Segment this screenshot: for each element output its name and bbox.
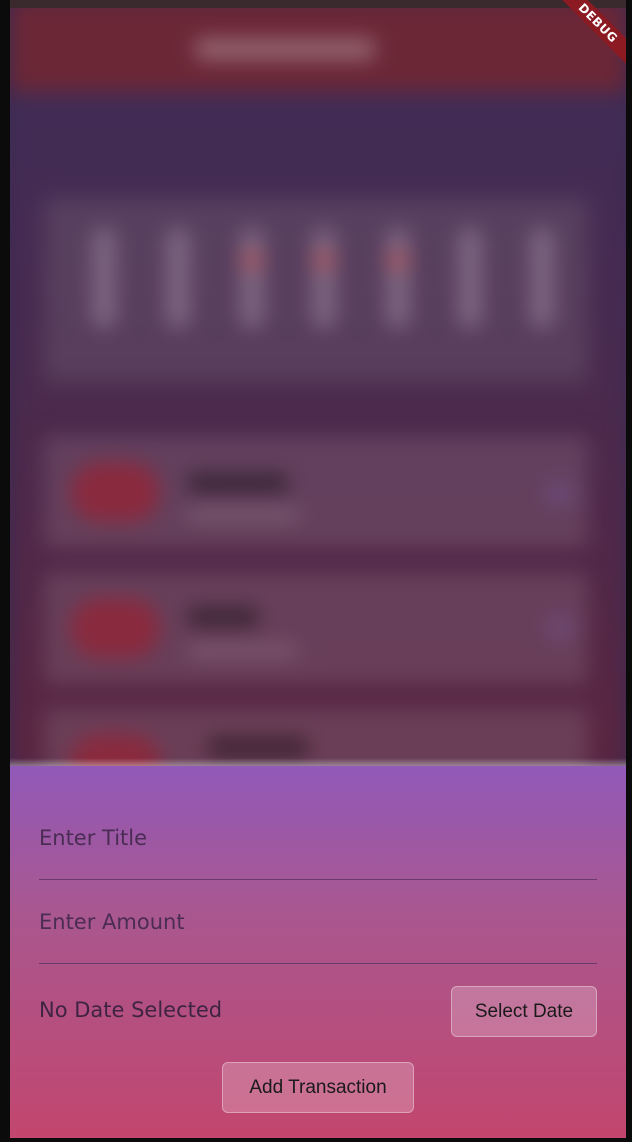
background-delete-icon	[545, 478, 575, 508]
background-app-bar	[10, 0, 626, 92]
background-date-line	[188, 510, 298, 520]
select-date-button[interactable]: Select Date	[451, 986, 597, 1037]
app-screen: DEBUG No Date Selected Select Date Add T…	[10, 0, 626, 1138]
background-chart-bar	[240, 228, 264, 328]
background-chart-bar	[458, 228, 482, 328]
add-transaction-button[interactable]: Add Transaction	[222, 1062, 414, 1113]
background-title-line	[188, 474, 288, 492]
background-chart-bar-fill	[386, 250, 410, 270]
background-date-line	[188, 646, 298, 656]
background-app-title	[195, 38, 375, 60]
background-chart-bar-fill	[312, 250, 336, 270]
amount-underline	[39, 963, 597, 964]
title-input[interactable]	[39, 818, 597, 858]
background-title-line	[188, 608, 258, 626]
title-field	[39, 818, 597, 880]
background-amount-pill	[70, 462, 160, 522]
title-underline	[39, 879, 597, 880]
selected-date-text: No Date Selected	[39, 998, 223, 1022]
background-chart-bar	[386, 228, 410, 328]
background-chart-bar	[166, 228, 190, 328]
background-delete-icon	[545, 612, 575, 642]
background-chart-bar	[92, 228, 116, 328]
background-title-line	[208, 738, 308, 756]
amount-input[interactable]	[39, 902, 597, 942]
amount-field	[39, 902, 597, 964]
background-chart-bar	[312, 228, 336, 328]
blurred-background-app	[10, 0, 626, 820]
background-amount-pill	[70, 598, 160, 658]
device-frame: DEBUG No Date Selected Select Date Add T…	[0, 0, 632, 1142]
background-chart-bar	[530, 228, 554, 328]
background-chart-bar-fill	[240, 250, 264, 270]
status-bar	[10, 0, 626, 8]
date-row: No Date Selected Select Date	[39, 986, 597, 1038]
